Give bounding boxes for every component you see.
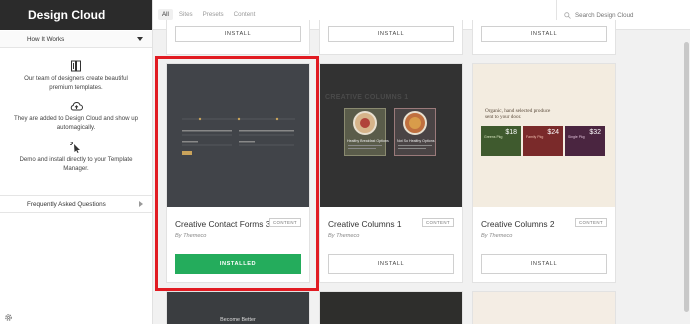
card-title: Creative Columns 1	[328, 219, 402, 229]
faq-label: Frequently Asked Questions	[27, 200, 106, 208]
templates-icon	[14, 60, 138, 72]
install-button[interactable]: INSTALL	[175, 26, 301, 42]
card-top-3: INSTALL	[472, 20, 616, 55]
step-1: Our team of designers create beautiful p…	[0, 60, 152, 92]
preview-text: Become Better	[220, 317, 256, 323]
step-3-text: Demo and install directly to your Templa…	[19, 156, 133, 172]
price-tile: Greens Pkg $18	[481, 126, 521, 156]
gear-icon[interactable]	[4, 313, 13, 322]
content-badge: CONTENT	[421, 218, 454, 227]
tab-content[interactable]: Content	[230, 9, 260, 20]
cursor-click-icon	[14, 141, 138, 153]
sidebar: Design Cloud How It Works Our team of de…	[0, 0, 153, 324]
step-3: Demo and install directly to your Templa…	[0, 141, 152, 173]
card-author: By Themeco	[328, 233, 360, 239]
preview-heading: Organic, hand selected produce sent to y…	[485, 108, 551, 121]
card-title: Creative Columns 2	[481, 219, 555, 229]
install-button[interactable]: INSTALL	[328, 26, 454, 42]
preview-column: Healthy Breakfast Options	[344, 108, 389, 156]
brand-title: Design Cloud	[0, 0, 152, 30]
install-button[interactable]: INSTALL	[328, 254, 454, 274]
template-preview: CREATIVE COLUMNS 1 Healthy Breakfast Opt…	[320, 64, 462, 207]
install-button[interactable]: INSTALL	[481, 26, 607, 42]
step-1-text: Our team of designers create beautiful p…	[24, 75, 128, 91]
preview-heading: CREATIVE COLUMNS 1	[325, 94, 409, 101]
template-card[interactable]: CREATIVE COLUMNS 1 Healthy Breakfast Opt…	[319, 63, 463, 283]
card-top-1: INSTALL	[166, 20, 310, 55]
how-it-works-toggle[interactable]: How It Works	[0, 31, 152, 48]
tab-presets[interactable]: Presets	[199, 9, 228, 20]
how-it-works-label: How It Works	[27, 35, 65, 43]
step-2-text: They are added to Design Cloud and show …	[14, 115, 138, 131]
tab-sites[interactable]: Sites	[175, 9, 197, 20]
caret-down-icon	[137, 37, 143, 41]
faq-toggle[interactable]: Frequently Asked Questions	[0, 195, 152, 213]
tab-all[interactable]: All	[158, 9, 173, 20]
cloud-upload-icon	[14, 101, 138, 112]
template-card[interactable]	[472, 291, 616, 324]
price-value: $18	[505, 129, 517, 136]
scrollbar-thumb[interactable]	[684, 42, 689, 312]
card-author: By Themeco	[481, 233, 513, 239]
preview-item-label: Healthy Breakfast Options	[347, 139, 389, 143]
price-label: Single Pkg	[568, 135, 585, 139]
highlight-box	[155, 56, 319, 291]
template-card[interactable]: Become Better	[166, 291, 310, 324]
card-top-2: INSTALL	[319, 20, 463, 55]
step-2: They are added to Design Cloud and show …	[0, 101, 152, 132]
price-label: Family Pkg	[526, 135, 544, 139]
install-button[interactable]: INSTALL	[481, 254, 607, 274]
filter-tabs: All Sites Presets Content	[158, 9, 259, 20]
template-card[interactable]: Organic, hand selected produce sent to y…	[472, 63, 616, 283]
template-preview: Organic, hand selected produce sent to y…	[473, 64, 615, 207]
price-value: $24	[547, 129, 559, 136]
food-image	[353, 111, 377, 135]
price-tile: Single Pkg $32	[565, 126, 605, 156]
preview-item-label: Not So Healthy Options	[397, 139, 435, 143]
search-icon	[564, 11, 571, 19]
price-label: Greens Pkg	[484, 135, 503, 139]
price-tile: Family Pkg $24	[523, 126, 563, 156]
caret-right-icon	[139, 201, 143, 207]
preview-column: Not So Healthy Options	[394, 108, 436, 156]
price-value: $32	[589, 129, 601, 136]
food-image	[403, 111, 427, 135]
content-badge: CONTENT	[574, 218, 607, 227]
search-input[interactable]	[575, 11, 685, 19]
template-card[interactable]	[319, 291, 463, 324]
